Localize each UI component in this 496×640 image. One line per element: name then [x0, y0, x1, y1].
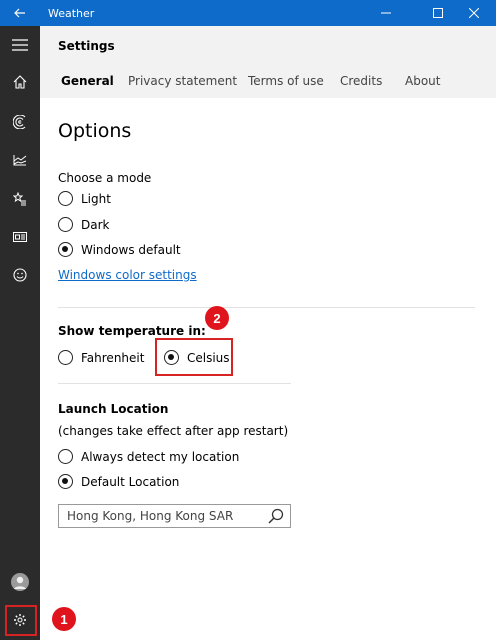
divider [58, 307, 475, 308]
launch-location-note: (changes take effect after app restart) [58, 424, 289, 438]
close-icon [469, 8, 479, 18]
radio-celsius[interactable]: Celsius [164, 350, 230, 365]
hamburger-menu-icon [12, 39, 28, 51]
sidebar [0, 26, 40, 640]
radio-default-location-button[interactable] [58, 474, 73, 489]
minimize-icon [381, 12, 391, 14]
radio-always-detect-label: Always detect my location [81, 449, 240, 464]
annotation-badge-2: 2 [205, 306, 229, 330]
options-heading: Options [58, 120, 132, 142]
radio-fahrenheit[interactable]: Fahrenheit [58, 350, 144, 365]
radio-fahrenheit-button[interactable] [58, 350, 73, 365]
divider [58, 383, 291, 384]
sidebar-item-news[interactable] [0, 221, 40, 253]
sidebar-item-home[interactable] [0, 66, 40, 98]
home-icon [13, 75, 27, 89]
radio-always-detect[interactable]: Always detect my location [58, 449, 239, 464]
tab-general[interactable]: General [61, 74, 114, 88]
search-icon[interactable] [268, 508, 284, 524]
windows-color-settings-link[interactable]: Windows color settings [58, 268, 197, 282]
radio-windows-default-label: Windows default [81, 242, 181, 257]
radio-light[interactable]: Light [58, 191, 111, 206]
historical-weather-icon [13, 155, 27, 166]
tab-credits[interactable]: Credits [340, 74, 382, 88]
maximize-icon [433, 8, 443, 18]
temperature-label: Show temperature in: [58, 324, 206, 338]
radio-dark-label: Dark [81, 217, 110, 232]
radio-light-button[interactable] [58, 191, 73, 206]
radio-windows-default-button[interactable] [58, 242, 73, 257]
sidebar-item-historical-weather[interactable] [0, 144, 40, 176]
default-location-search[interactable] [58, 504, 291, 528]
tab-about[interactable]: About [405, 74, 440, 88]
window-title: Weather [48, 7, 95, 20]
settings-header: Settings General Privacy statement Terms… [40, 26, 496, 98]
radio-celsius-label: Celsius [187, 350, 230, 365]
page-title: Settings [58, 39, 115, 53]
favorites-icon [13, 192, 26, 206]
avatar [11, 573, 29, 591]
mode-label: Choose a mode [58, 171, 152, 185]
tab-privacy-statement[interactable]: Privacy statement [128, 74, 237, 88]
radio-always-detect-button[interactable] [58, 449, 73, 464]
sidebar-item-maps[interactable] [0, 106, 40, 138]
account-avatar-button[interactable] [0, 566, 40, 598]
radio-default-location[interactable]: Default Location [58, 474, 179, 489]
radio-dark-button[interactable] [58, 217, 73, 232]
feedback-smiley-icon [13, 268, 27, 282]
settings-highlight-box [5, 605, 37, 636]
sidebar-item-favorites[interactable] [0, 183, 40, 215]
radio-windows-default[interactable]: Windows default [58, 242, 181, 257]
maps-icon [13, 115, 26, 129]
sidebar-item-feedback[interactable] [0, 259, 40, 291]
back-button[interactable] [0, 0, 40, 26]
minimize-button[interactable] [364, 0, 408, 26]
radio-celsius-button[interactable] [164, 350, 179, 365]
radio-light-label: Light [81, 191, 111, 206]
launch-location-label: Launch Location [58, 402, 169, 416]
radio-default-location-label: Default Location [81, 474, 180, 489]
tab-terms-of-use[interactable]: Terms of use [248, 74, 324, 88]
close-button[interactable] [452, 0, 496, 26]
news-icon [13, 232, 27, 242]
settings-content: Options Choose a mode Light Dark Windows… [40, 98, 496, 640]
title-bar: Weather [0, 0, 496, 26]
hamburger-menu-button[interactable] [0, 29, 40, 61]
radio-fahrenheit-label: Fahrenheit [81, 350, 145, 365]
radio-dark[interactable]: Dark [58, 217, 109, 232]
back-arrow-icon [14, 8, 25, 18]
location-search-input[interactable] [59, 509, 259, 523]
